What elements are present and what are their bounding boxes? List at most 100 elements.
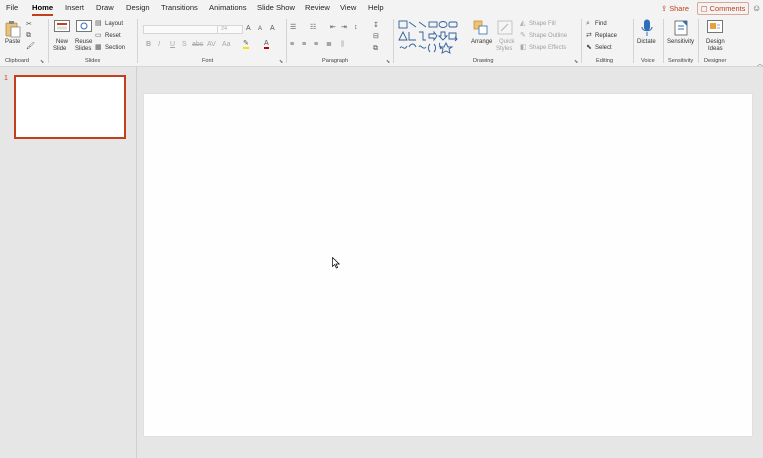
align-right-icon[interactable]: ≡ [314, 41, 318, 48]
reuse-slides-label-line1[interactable]: Reuse [75, 39, 92, 45]
new-slide-label-line1[interactable]: New [56, 39, 68, 45]
tab-help[interactable]: Help [368, 3, 384, 12]
paste-label[interactable]: Paste [5, 39, 20, 45]
tab-view[interactable]: View [340, 3, 356, 12]
replace-icon[interactable]: ⇄ [586, 32, 592, 39]
font-launcher-icon[interactable]: ⬊ [279, 59, 283, 65]
arrange-icon[interactable] [473, 20, 489, 36]
increase-font-icon[interactable]: A [246, 25, 251, 32]
tab-file[interactable]: File [6, 3, 18, 12]
drawing-launcher-icon[interactable]: ⬊ [574, 59, 578, 65]
decrease-font-icon[interactable]: A [258, 26, 262, 32]
ribbon: Paste ✂ ⧉ 🖌 Clipboard ⬊ New Slide Reuse … [0, 17, 763, 67]
change-case-icon[interactable]: Aa [222, 41, 231, 48]
design-ideas-label-line1[interactable]: Design [706, 39, 725, 45]
tab-design[interactable]: Design [126, 3, 150, 12]
tab-insert[interactable]: Insert [65, 3, 84, 12]
separator [137, 19, 138, 63]
section-button[interactable]: Section [105, 45, 125, 51]
shape-fill-icon[interactable]: ◭ [520, 20, 525, 27]
layout-icon[interactable]: ▤ [95, 20, 102, 27]
drawing-group-label: Drawing [473, 58, 494, 64]
quick-styles-label-line2[interactable]: Styles [496, 46, 512, 52]
tab-draw[interactable]: Draw [96, 3, 114, 12]
new-slide-label-line2[interactable]: Slide [53, 46, 66, 52]
select-icon[interactable]: ⬉ [586, 44, 592, 51]
font-size-dropdown[interactable]: 24 [217, 25, 243, 34]
reuse-slides-label-line2[interactable]: Slides [75, 46, 91, 52]
slide-thumbnail[interactable] [14, 75, 126, 139]
reset-button[interactable]: Reset [105, 33, 121, 39]
tab-transitions[interactable]: Transitions [161, 3, 198, 12]
justify-icon[interactable]: ≣ [326, 41, 332, 48]
shape-effects-button[interactable]: Shape Effects [529, 45, 566, 51]
feedback-smiley-icon[interactable]: ☺ [752, 3, 761, 13]
tab-home[interactable]: Home [32, 3, 54, 16]
design-ideas-label-line2[interactable]: Ideas [708, 46, 723, 52]
font-color-icon[interactable]: A [264, 40, 269, 49]
shapes-gallery[interactable] [398, 20, 466, 54]
format-painter-icon[interactable]: 🖌 [26, 43, 35, 50]
sensitivity-group-label: Sensitivity [668, 58, 694, 64]
editing-group-label: Editing [596, 58, 614, 64]
share-button[interactable]: ⇪ Share [657, 2, 693, 15]
sensitivity-button[interactable]: Sensitivity [667, 39, 694, 45]
comments-label: Comments [709, 4, 746, 13]
shadow-icon[interactable]: S [182, 41, 187, 48]
bullets-icon[interactable]: ☰ [290, 24, 296, 31]
align-center-icon[interactable]: ≡ [302, 41, 306, 48]
decrease-indent-icon[interactable]: ⇤ [330, 24, 336, 31]
shape-outline-icon[interactable]: ✎ [520, 32, 526, 39]
line-spacing-icon[interactable]: ↕ [354, 24, 358, 31]
align-text-icon[interactable]: ⊟ [373, 33, 379, 40]
arrange-button[interactable]: Arrange [471, 39, 492, 45]
layout-button[interactable]: Layout [105, 21, 123, 27]
clear-formatting-icon[interactable]: A [270, 25, 275, 32]
numbering-icon[interactable]: ☷ [310, 24, 316, 31]
quick-styles-label-line1[interactable]: Quick [499, 39, 514, 45]
increase-indent-icon[interactable]: ⇥ [341, 24, 347, 31]
reuse-slides-icon[interactable] [76, 20, 92, 34]
new-slide-icon[interactable] [54, 20, 70, 34]
slide-canvas[interactable] [144, 94, 752, 436]
section-icon[interactable]: ▦ [95, 44, 102, 51]
tab-slide-show[interactable]: Slide Show [257, 3, 295, 12]
find-button[interactable]: Find [595, 21, 607, 27]
dictate-button[interactable]: Dictate [637, 39, 656, 45]
tab-review[interactable]: Review [305, 3, 330, 12]
sensitivity-icon[interactable] [674, 20, 688, 36]
smartart-icon[interactable]: ⧉ [373, 45, 378, 52]
separator [663, 19, 664, 63]
separator [633, 19, 634, 63]
paragraph-launcher-icon[interactable]: ⬊ [386, 59, 390, 65]
design-ideas-icon[interactable] [707, 20, 723, 36]
powerpoint-window: File Home Insert Draw Design Transitions… [0, 0, 763, 458]
replace-button[interactable]: Replace [595, 33, 617, 39]
shape-effects-icon[interactable]: ◧ [520, 44, 527, 51]
clipboard-launcher-icon[interactable]: ⬊ [40, 59, 44, 65]
collapse-ribbon-icon[interactable]: ︿ [757, 59, 763, 68]
character-spacing-icon[interactable]: AV [207, 41, 216, 48]
paste-icon[interactable] [5, 20, 21, 38]
tab-animations[interactable]: Animations [209, 3, 247, 12]
italic-icon[interactable]: I [158, 41, 160, 48]
highlight-icon[interactable]: ✎ [243, 40, 249, 49]
quick-styles-icon[interactable] [497, 20, 513, 36]
align-left-icon[interactable]: ≡ [290, 41, 294, 48]
cut-icon[interactable]: ✂ [26, 21, 32, 28]
microphone-icon[interactable] [641, 19, 653, 37]
share-icon: ⇪ [661, 4, 668, 13]
reset-icon[interactable]: ▭ [95, 32, 102, 39]
copy-icon[interactable]: ⧉ [26, 32, 31, 39]
comments-button[interactable]: ▢ Comments [697, 2, 749, 15]
select-button[interactable]: Select [595, 45, 612, 51]
underline-icon[interactable]: U [170, 41, 175, 48]
bold-icon[interactable]: B [146, 41, 151, 48]
paragraph-group-label: Paragraph [322, 58, 349, 64]
columns-icon[interactable]: ⫼ [341, 41, 344, 48]
find-icon[interactable]: ⌕ [586, 20, 590, 27]
shape-outline-button[interactable]: Shape Outline [529, 33, 567, 39]
shape-fill-button[interactable]: Shape Fill [529, 21, 556, 27]
text-direction-icon[interactable]: ↧ [373, 22, 379, 29]
strikethrough-icon[interactable]: abc [192, 41, 203, 48]
